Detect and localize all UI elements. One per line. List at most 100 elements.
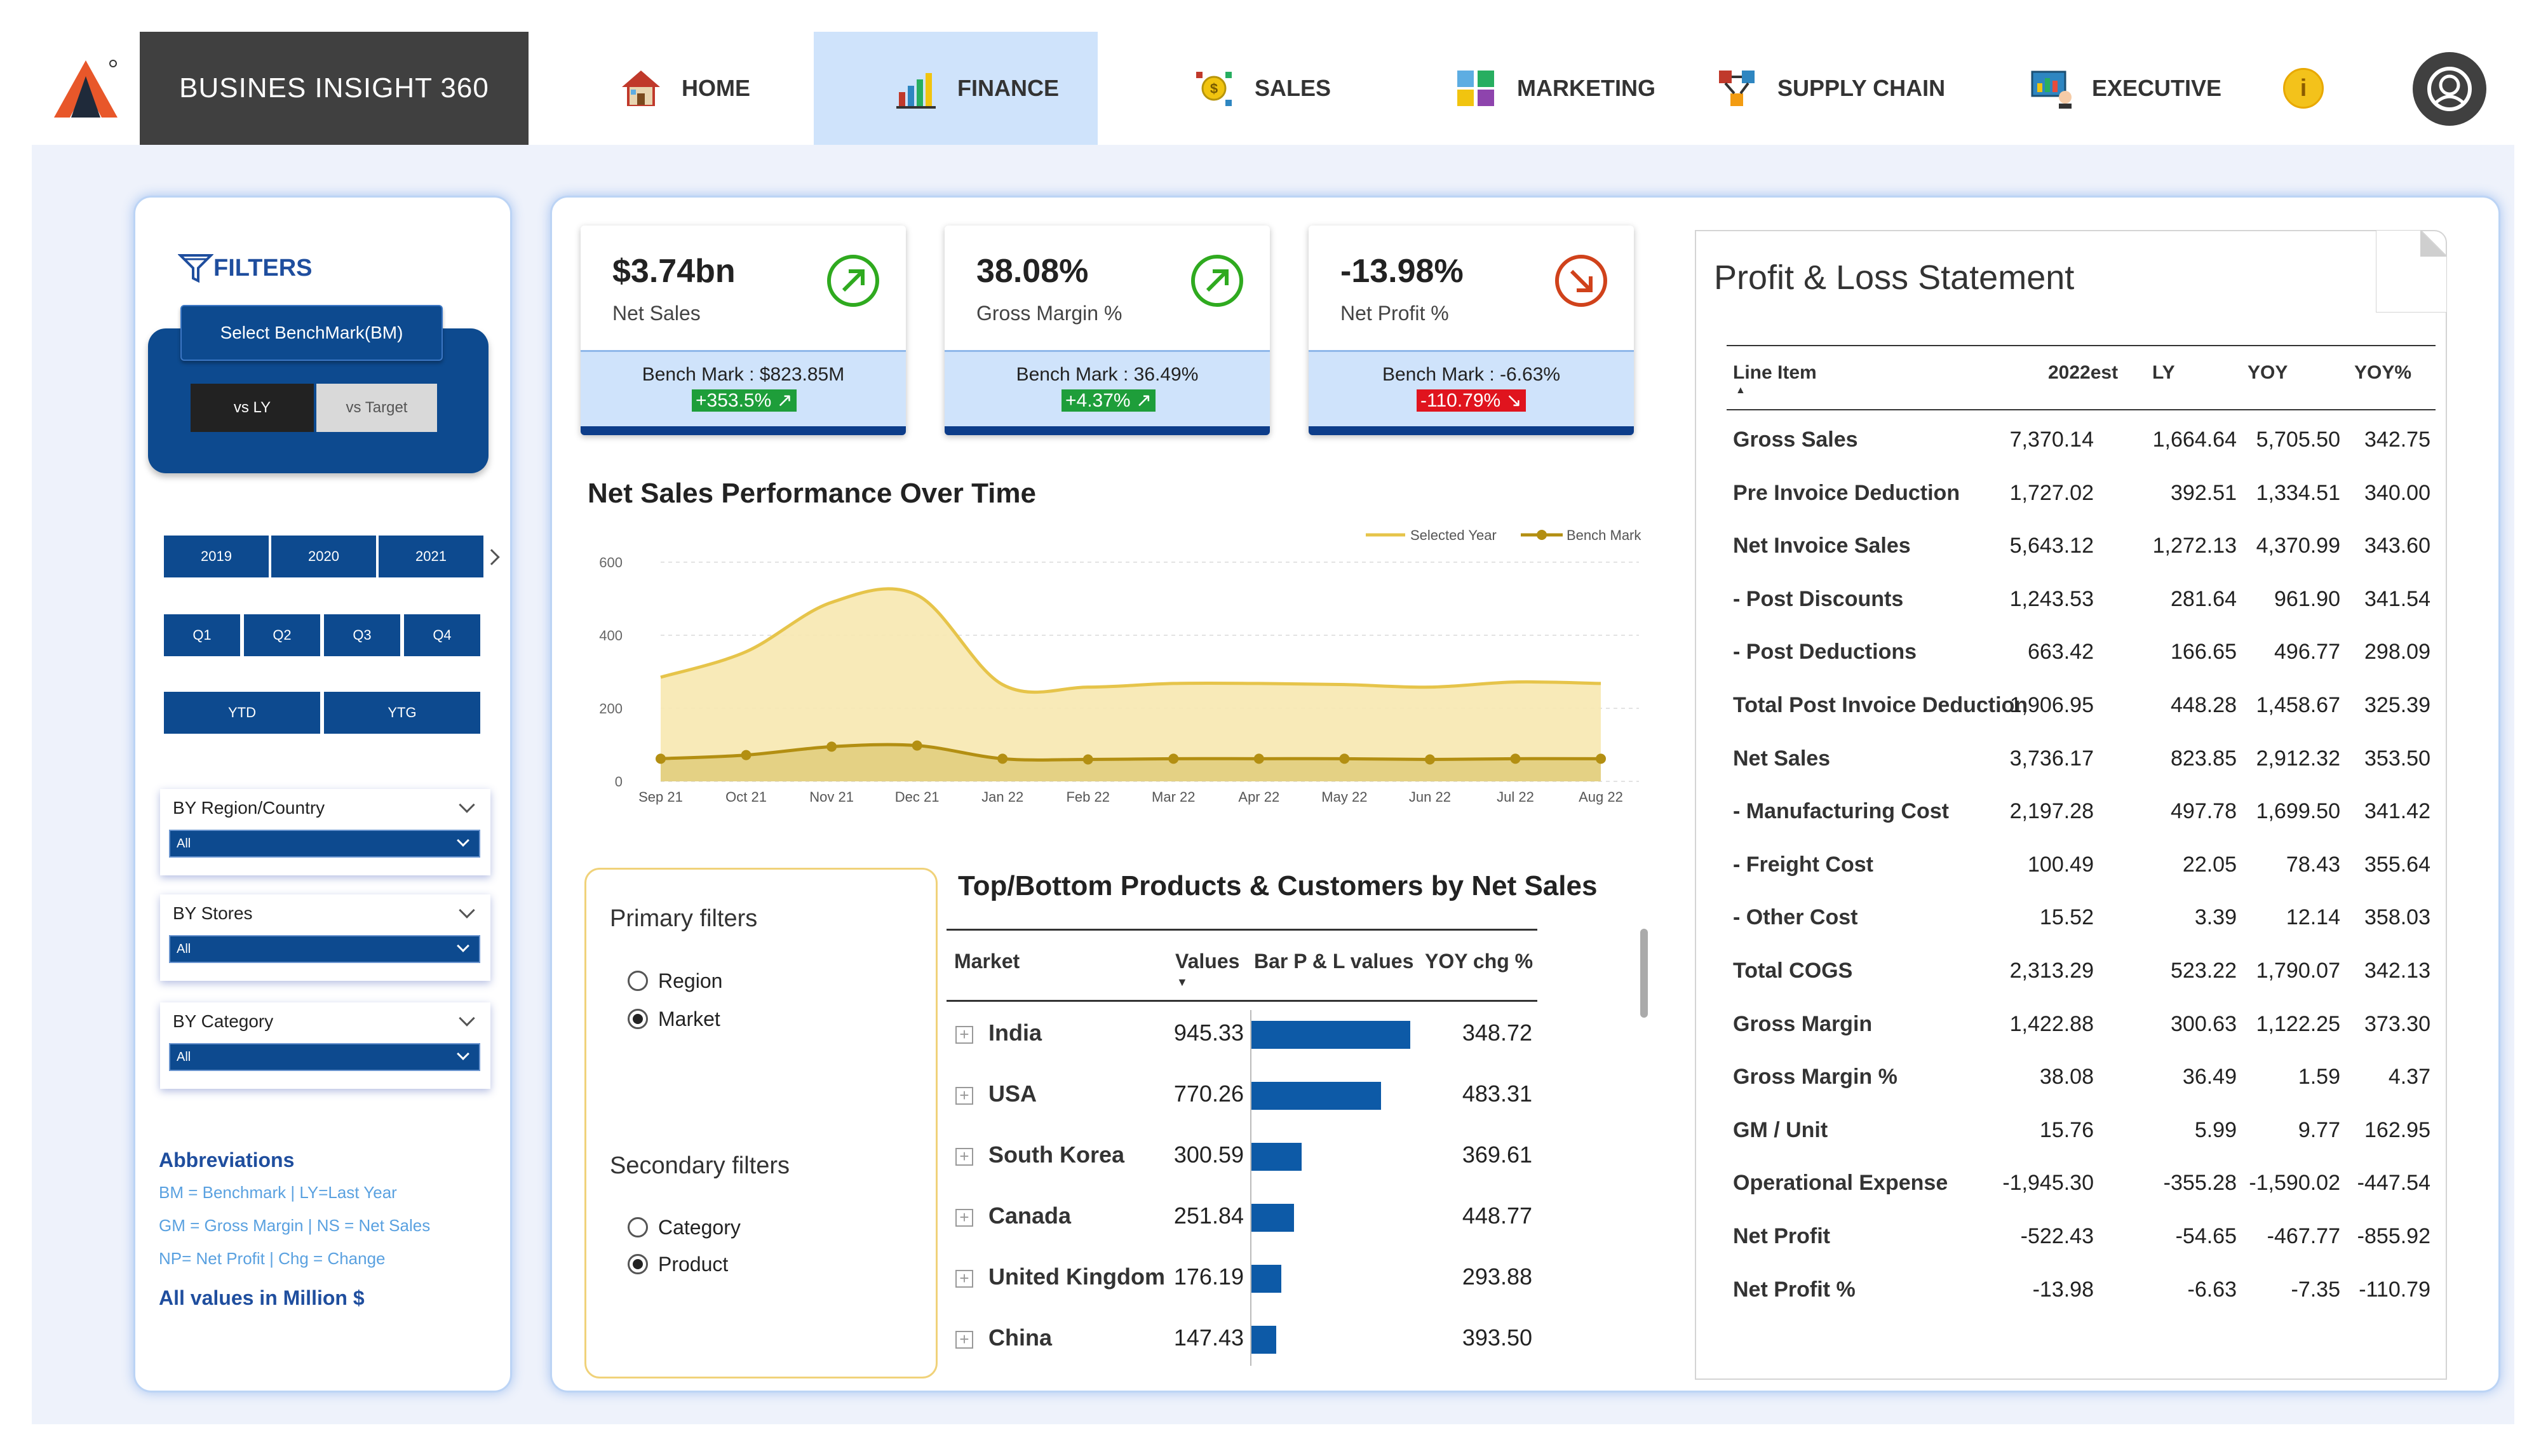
filters-title: FILTERS: [213, 254, 313, 281]
kpi-change-badge: +353.5% ↗: [692, 389, 797, 412]
kpi-value: $3.74bn: [612, 253, 736, 290]
region-dropdown[interactable]: All: [169, 830, 480, 858]
topbottom-header-divider: [947, 1000, 1537, 1002]
nav-marketing[interactable]: MARKETING: [1455, 32, 1655, 145]
expand-icon[interactable]: +: [955, 1270, 973, 1288]
value-bar[interactable]: [1251, 1143, 1302, 1171]
filters-heading: FILTERS: [178, 253, 313, 283]
x-tick-label: Apr 22: [1238, 789, 1279, 805]
nav-home-label: HOME: [682, 75, 750, 101]
product-radio[interactable]: [628, 1254, 648, 1274]
pl-col-yoy: YOY: [2248, 362, 2288, 383]
expand-icon[interactable]: +: [955, 1026, 973, 1044]
nav-supply-chain[interactable]: SUPPLY CHAIN: [1715, 32, 1945, 145]
pl-col-ly: LY: [2152, 362, 2175, 383]
pl-cell: 353.50: [2364, 746, 2430, 771]
market-value: 945.33: [1173, 1020, 1244, 1046]
sort-asc-icon: ▲: [1736, 385, 1746, 396]
bench-mark-point: [826, 741, 837, 752]
category-dropdown[interactable]: All: [169, 1043, 480, 1071]
value-bar[interactable]: [1251, 1204, 1294, 1232]
kpi-bottom-bar: [945, 426, 1270, 435]
value-bar[interactable]: [1251, 1082, 1381, 1110]
bench-mark-point: [1082, 754, 1093, 765]
yoy-change: 393.50: [1462, 1325, 1532, 1351]
legend-bench-mark-marker: [1537, 530, 1547, 540]
market-radio[interactable]: [628, 1009, 648, 1029]
ytd-button[interactable]: YTD: [164, 692, 320, 734]
q3-button[interactable]: Q3: [324, 614, 400, 656]
bench-mark-point: [1596, 753, 1606, 764]
stores-dropdown[interactable]: All: [169, 935, 480, 963]
nav-home[interactable]: HOME: [619, 32, 750, 145]
pl-cell: 341.54: [2364, 586, 2430, 611]
finance-icon: [896, 73, 936, 109]
region-radio[interactable]: [628, 971, 648, 991]
value-bar[interactable]: [1251, 1265, 1281, 1293]
col-values-header[interactable]: Values: [1175, 950, 1239, 973]
nav-executive[interactable]: EXECUTIVE: [2030, 32, 2221, 145]
y-tick-label: 400: [599, 628, 623, 644]
net-sales-chart[interactable]: 0 200 400 600 Sep 21 Oct 21 Nov 21 Dec 21 Jan 22…: [572, 521, 1652, 819]
expand-icon[interactable]: +: [955, 1209, 973, 1227]
vs-target-button[interactable]: vs Target: [316, 384, 437, 432]
abbreviations-title: Abbreviations: [159, 1149, 295, 1171]
category-dropdown-value: All: [177, 1049, 191, 1064]
pl-cell: 342.13: [2364, 959, 2430, 983]
year-2021-button[interactable]: 2021: [379, 536, 483, 577]
category-radio[interactable]: [628, 1217, 648, 1237]
filter-icon: [178, 254, 213, 283]
kpi-card-net-sales[interactable]: $3.74bn Net Sales Bench Mark : $823.85M …: [581, 226, 906, 435]
region-dropdown-label: BY Region/Country: [173, 798, 325, 818]
trend-up-icon: [827, 255, 879, 307]
kpi-card-gross-margin[interactable]: 38.08% Gross Margin % Bench Mark : 36.49…: [945, 226, 1270, 435]
info-button[interactable]: i: [2283, 68, 2324, 109]
pl-cell: 342.75: [2364, 428, 2430, 452]
scrollbar[interactable]: [1640, 929, 1648, 1018]
nav-finance[interactable]: FINANCE: [814, 32, 1098, 145]
pl-title: Profit & Loss Statement: [1714, 259, 2075, 297]
pl-cell: 341.42: [2364, 799, 2430, 824]
col-yoy-header: YOY chg %: [1425, 950, 1533, 973]
value-bar[interactable]: [1251, 1021, 1410, 1049]
value-bar[interactable]: [1251, 1326, 1276, 1354]
info-icon: i: [2300, 74, 2307, 102]
vs-ly-button[interactable]: vs LY: [191, 384, 314, 432]
bench-mark-point: [1339, 753, 1350, 764]
expand-icon[interactable]: +: [955, 1331, 973, 1349]
expand-icon[interactable]: +: [955, 1148, 973, 1166]
pl-col-line-item[interactable]: Line Item: [1733, 362, 1817, 384]
expand-icon[interactable]: +: [955, 1087, 973, 1105]
pl-cell: 325.39: [2364, 693, 2430, 717]
pl-row-label: Gross Margin %: [1733, 1065, 1897, 1089]
pl-cell: 4.37: [2388, 1065, 2430, 1089]
sales-icon: $: [1196, 72, 1232, 106]
col-bar-header: Bar P & L values: [1254, 950, 1414, 973]
y-tick-label: 600: [599, 555, 623, 570]
arrow-up-right-icon: ↗: [776, 390, 793, 411]
pl-row-label: Net Invoice Sales: [1733, 534, 1911, 558]
svg-text:$: $: [1210, 81, 1218, 97]
x-tick-label: Mar 22: [1152, 789, 1195, 805]
trend-up-icon: [1191, 255, 1243, 307]
market-name: Canada: [988, 1203, 1072, 1229]
q2-button[interactable]: Q2: [244, 614, 320, 656]
ytg-button[interactable]: YTG: [324, 692, 480, 734]
kpi-card-net-profit[interactable]: -13.98% Net Profit % Bench Mark : -6.63%…: [1309, 226, 1634, 435]
user-avatar[interactable]: [2413, 52, 2486, 126]
pl-col-2022est: 2022est: [2048, 362, 2119, 383]
pl-row-label: Gross Sales: [1733, 428, 1858, 452]
q1-button[interactable]: Q1: [164, 614, 240, 656]
q4-button[interactable]: Q4: [404, 614, 480, 656]
nav-sales[interactable]: $ SALES: [1192, 32, 1331, 145]
kpi-bottom-bar: [581, 426, 906, 435]
yoy-change: 369.61: [1462, 1142, 1532, 1168]
pl-cell: 358.03: [2364, 905, 2430, 930]
pl-row-label: Total COGS: [1733, 959, 1853, 983]
year-2019-button[interactable]: 2019: [164, 536, 269, 577]
yoy-change: 348.72: [1462, 1020, 1532, 1046]
pl-row-label: Net Profit %: [1733, 1277, 1856, 1302]
nav-finance-label: FINANCE: [957, 75, 1059, 101]
year-2020-button[interactable]: 2020: [271, 536, 376, 577]
pl-row-label: Net Sales: [1733, 746, 1831, 771]
